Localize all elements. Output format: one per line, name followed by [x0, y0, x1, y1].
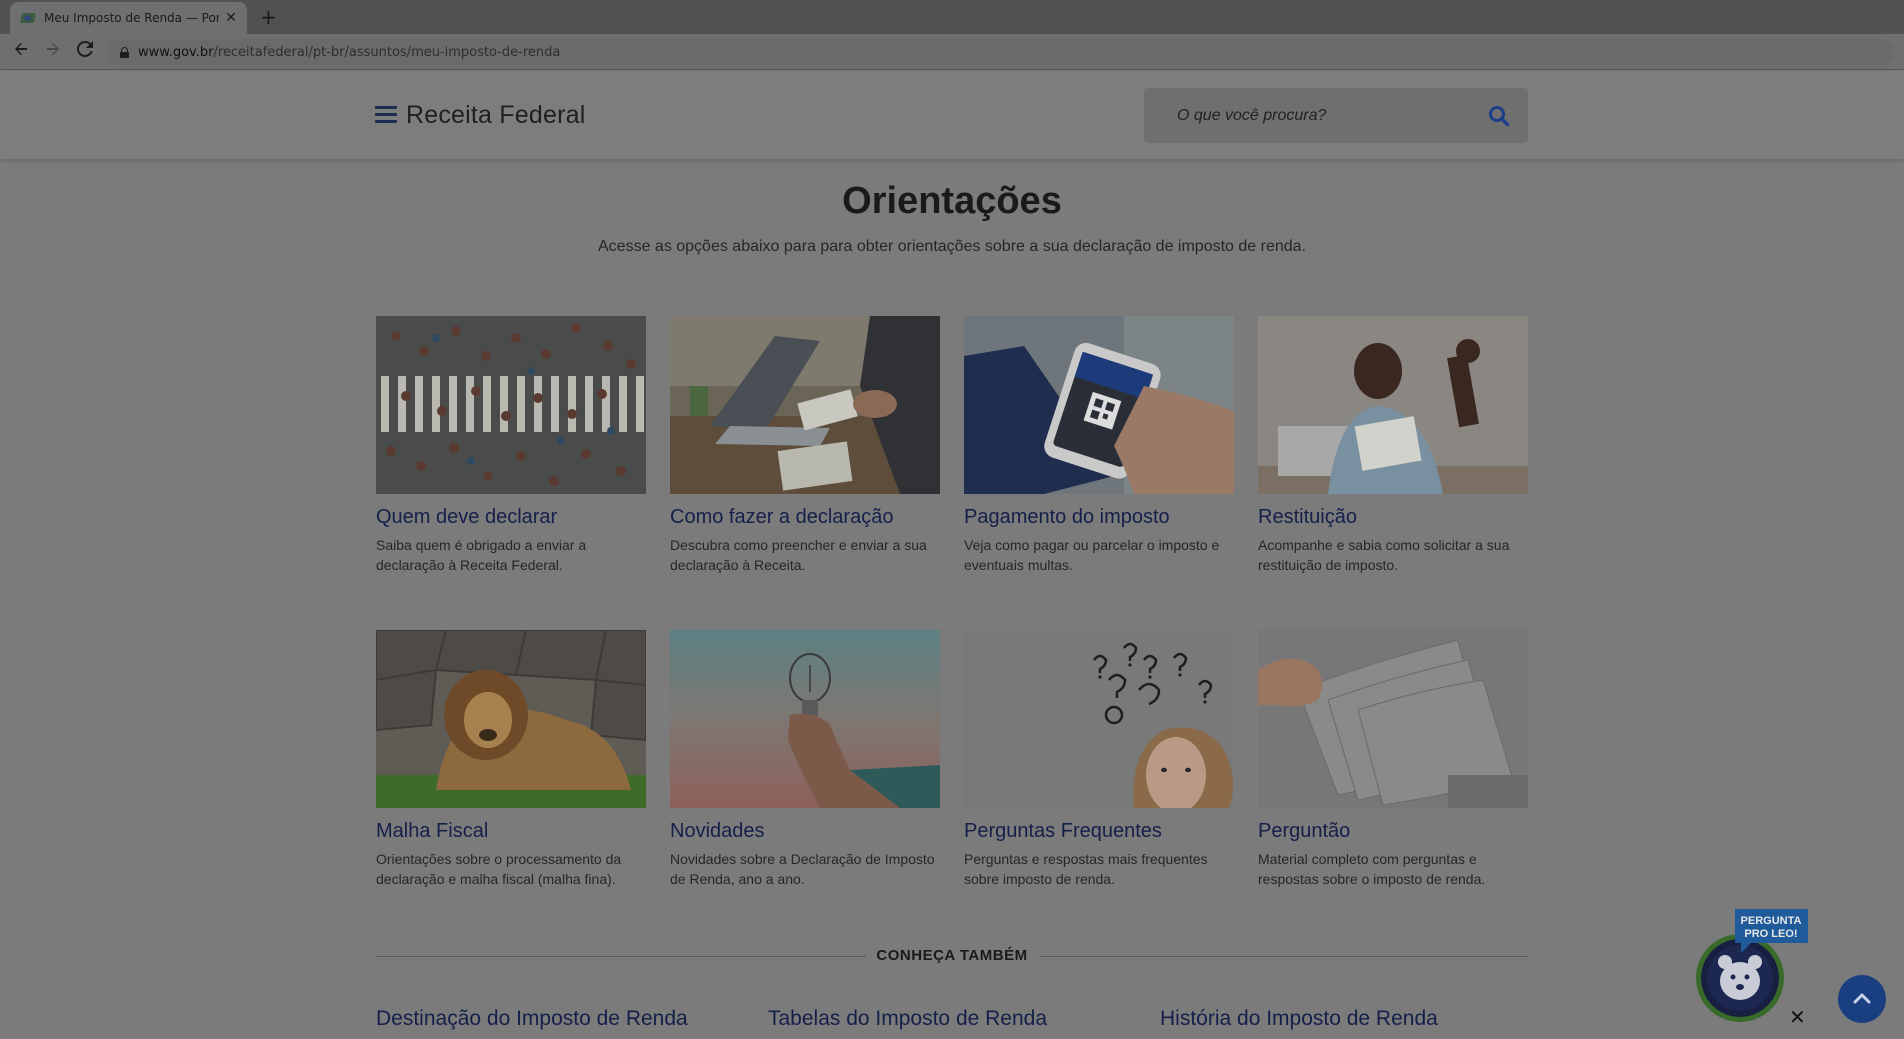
card-description: Saiba quem é obrigado a enviar a declara…: [376, 537, 587, 573]
card-malha-fiscal[interactable]: Malha Fiscal Orientações sobre o process…: [376, 630, 646, 889]
new-tab-button[interactable]: +: [260, 6, 277, 28]
card-restituicao[interactable]: Restituição Acompanhe e sabia como solic…: [1258, 316, 1528, 575]
link-destinacao[interactable]: Destinação do Imposto de Renda: [376, 1007, 688, 1031]
card-description: Veja como pagar ou parcelar o imposto e …: [964, 537, 1220, 573]
leo-close-icon[interactable]: ✕: [1789, 1007, 1806, 1027]
lock-icon[interactable]: [120, 46, 129, 58]
card-pagamento[interactable]: Pagamento do imposto Veja como pagar ou …: [964, 316, 1234, 575]
leo-badge-line2: PRO LEO!: [1744, 928, 1797, 940]
search-input[interactable]: [1144, 88, 1464, 143]
forward-arrow-icon[interactable]: [41, 40, 65, 64]
card-image-book: [1258, 630, 1528, 808]
search-icon[interactable]: [1488, 105, 1510, 127]
card-description: Perguntas e respostas mais frequentes so…: [964, 851, 1208, 887]
card-como-fazer[interactable]: Como fazer a declaração Descubra como pr…: [670, 316, 940, 575]
browser-tab-bar: Meu Imposto de Renda — Portu ✕ +: [0, 0, 1904, 34]
address-bar[interactable]: www.gov.br/receitafederal/pt-br/assuntos…: [108, 39, 1893, 65]
chevron-up-icon: [1853, 993, 1871, 1004]
url-text: www.gov.br/receitafederal/pt-br/assuntos…: [138, 45, 560, 60]
card-image-lightbulb: [670, 630, 940, 808]
card-image-question-marks: [964, 630, 1234, 808]
card-title[interactable]: Perguntas Frequentes: [964, 818, 1234, 844]
site-header: [0, 71, 1904, 159]
page-subtitle: Acesse as opções abaixo para para obter …: [598, 238, 1306, 255]
url-host: www.gov.br: [138, 44, 214, 60]
card-image-laptop: [670, 316, 940, 494]
back-to-top-button[interactable]: [1838, 975, 1886, 1023]
link-historia[interactable]: História do Imposto de Renda: [1160, 1007, 1438, 1031]
card-image-lion: [376, 630, 646, 808]
also-heading: CONHEÇA TAMBÉM: [876, 947, 1028, 964]
card-description: Orientações sobre o processamento da dec…: [376, 851, 622, 887]
page-title: Orientações: [842, 180, 1062, 222]
card-perguntas-frequentes[interactable]: Perguntas Frequentes Perguntas e respost…: [964, 630, 1234, 889]
card-title[interactable]: Quem deve declarar: [376, 504, 646, 530]
tab-close-icon[interactable]: ✕: [223, 10, 239, 26]
card-title[interactable]: Malha Fiscal: [376, 818, 646, 844]
card-title[interactable]: Restituição: [1258, 504, 1528, 530]
url-path: /receitafederal/pt-br/assuntos/meu-impos…: [213, 44, 561, 60]
tab-title: Meu Imposto de Renda — Portu: [44, 11, 219, 25]
menu-icon[interactable]: [375, 105, 397, 125]
browser-toolbar: www.gov.br/receitafederal/pt-br/assuntos…: [0, 34, 1904, 70]
site-brand[interactable]: Receita Federal: [406, 101, 585, 130]
card-image-happy-man: [1258, 316, 1528, 494]
card-image-crowd: [376, 316, 646, 494]
browser-tab[interactable]: Meu Imposto de Renda — Portu ✕: [10, 2, 247, 34]
leo-badge-line1: PERGUNTA: [1741, 915, 1802, 927]
search-box: [1144, 88, 1528, 143]
card-description: Material completo com perguntas e respos…: [1258, 851, 1486, 887]
back-arrow-icon[interactable]: [9, 40, 33, 64]
reload-icon[interactable]: [73, 40, 97, 64]
card-title[interactable]: Como fazer a declaração: [670, 504, 940, 530]
card-novidades[interactable]: Novidades Novidades sobre a Declaração d…: [670, 630, 940, 889]
card-quem-deve-declarar[interactable]: Quem deve declarar Saiba quem é obrigado…: [376, 316, 646, 575]
card-title[interactable]: Perguntão: [1258, 818, 1528, 844]
card-description: Acompanhe e sabia como solicitar a sua r…: [1258, 537, 1510, 573]
card-perguntao[interactable]: Perguntão Material completo com pergunta…: [1258, 630, 1528, 889]
site-favicon-icon: [20, 10, 36, 26]
card-description: Descubra como preencher e enviar a sua d…: [670, 537, 927, 573]
card-title[interactable]: Pagamento do imposto: [964, 504, 1234, 530]
card-description: Novidades sobre a Declaração de Imposto …: [670, 851, 935, 887]
card-title[interactable]: Novidades: [670, 818, 940, 844]
link-tabelas[interactable]: Tabelas do Imposto de Renda: [768, 1007, 1047, 1031]
card-image-phone-payment: [964, 316, 1234, 494]
